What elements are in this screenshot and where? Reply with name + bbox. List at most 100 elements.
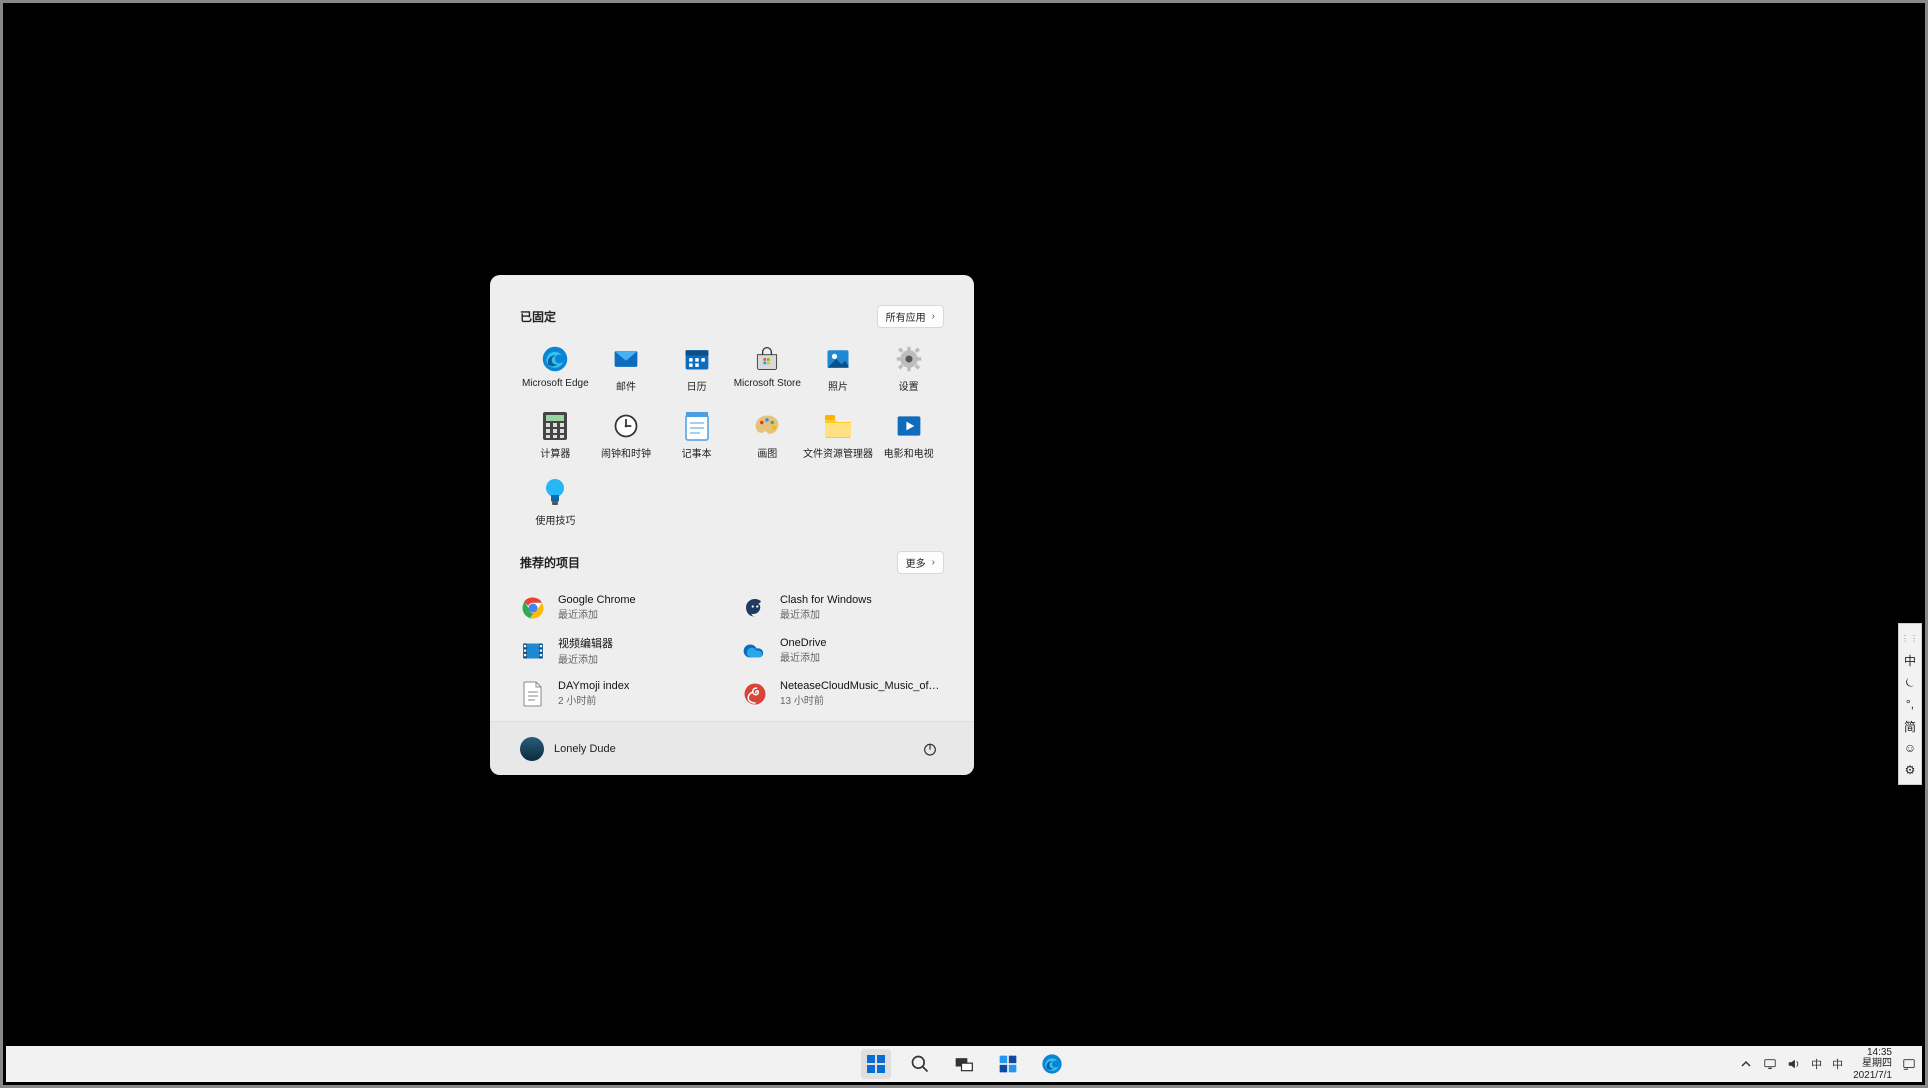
app-tile-clock[interactable]: 闹钟和时钟 bbox=[591, 409, 662, 462]
all-apps-button[interactable]: 所有应用 › bbox=[877, 305, 944, 328]
taskbar-center bbox=[861, 1049, 1067, 1079]
app-tile-photos[interactable]: 照片 bbox=[803, 342, 874, 395]
tray-time: 14:35 bbox=[1853, 1047, 1892, 1059]
start-menu: 已固定 所有应用 › Microsoft Edge 邮件 日历 bbox=[490, 275, 974, 775]
reco-sub: 2 小时前 bbox=[558, 692, 629, 707]
settings-gear-icon bbox=[894, 344, 924, 374]
search-button[interactable] bbox=[905, 1049, 935, 1079]
power-button[interactable] bbox=[916, 735, 944, 763]
tray-weekday: 星期四 bbox=[1853, 1058, 1892, 1070]
movies-icon bbox=[894, 411, 924, 441]
reco-title: Clash for Windows bbox=[780, 594, 872, 606]
ime-emoji-button[interactable]: ☺ bbox=[1900, 738, 1920, 758]
more-button[interactable]: 更多 › bbox=[897, 551, 944, 574]
chevron-right-icon: › bbox=[932, 557, 935, 568]
tray-overflow-button[interactable] bbox=[1739, 1057, 1753, 1071]
start-button[interactable] bbox=[861, 1049, 891, 1079]
reco-item-video-editor[interactable]: 视频编辑器 最近添加 bbox=[520, 635, 722, 666]
ime-floating-bar[interactable]: ⋮⋮ 中 ⏾ °, 简 ☺ ⚙ bbox=[1898, 623, 1922, 785]
reco-sub: 最近添加 bbox=[558, 606, 636, 621]
ime-shape-button[interactable]: ⏾ bbox=[1900, 672, 1920, 692]
avatar-icon bbox=[520, 737, 544, 761]
app-label: 闹钟和时钟 bbox=[601, 445, 651, 460]
reco-item-daymoji[interactable]: DAYmoji index 2 小时前 bbox=[520, 680, 722, 707]
netease-music-icon bbox=[742, 681, 768, 707]
reco-item-chrome[interactable]: Google Chrome 最近添加 bbox=[520, 594, 722, 621]
app-tile-store[interactable]: Microsoft Store bbox=[732, 342, 803, 395]
calendar-icon bbox=[682, 344, 712, 374]
app-tile-mail[interactable]: 邮件 bbox=[591, 342, 662, 395]
onedrive-icon bbox=[742, 638, 768, 664]
pinned-apps-grid: Microsoft Edge 邮件 日历 Microsoft Store 照片 bbox=[520, 342, 944, 529]
taskbar-app-edge[interactable] bbox=[1037, 1049, 1067, 1079]
store-icon bbox=[752, 344, 782, 374]
reco-title: 视频编辑器 bbox=[558, 635, 613, 651]
reco-sub: 最近添加 bbox=[780, 649, 826, 664]
clock-button[interactable]: 14:35 星期四 2021/7/1 bbox=[1853, 1047, 1892, 1082]
ime-punct-button[interactable]: °, bbox=[1900, 694, 1920, 714]
reco-item-clash[interactable]: Clash for Windows 最近添加 bbox=[742, 594, 944, 621]
app-tile-notepad[interactable]: 记事本 bbox=[661, 409, 732, 462]
user-account-button[interactable]: Lonely Dude bbox=[520, 737, 616, 761]
app-tile-calendar[interactable]: 日历 bbox=[661, 342, 732, 395]
search-icon bbox=[910, 1054, 930, 1074]
widgets-button[interactable] bbox=[993, 1049, 1023, 1079]
app-tile-edge[interactable]: Microsoft Edge bbox=[520, 342, 591, 395]
network-icon[interactable] bbox=[1763, 1057, 1777, 1071]
app-label: Microsoft Store bbox=[734, 378, 801, 389]
widgets-icon bbox=[998, 1054, 1018, 1074]
reco-item-netease[interactable]: NeteaseCloudMusic_Music_official_... 13 … bbox=[742, 680, 944, 707]
windows-logo-icon bbox=[866, 1054, 886, 1074]
app-tile-settings[interactable]: 设置 bbox=[873, 342, 944, 395]
volume-icon[interactable] bbox=[1787, 1057, 1801, 1071]
reco-sub: 最近添加 bbox=[558, 651, 613, 666]
app-tile-tips[interactable]: 使用技巧 bbox=[520, 476, 591, 529]
all-apps-label: 所有应用 bbox=[886, 309, 926, 324]
reco-title: NeteaseCloudMusic_Music_official_... bbox=[780, 680, 940, 692]
app-tile-movies[interactable]: 电影和电视 bbox=[873, 409, 944, 462]
user-name: Lonely Dude bbox=[554, 743, 616, 755]
clock-icon bbox=[611, 411, 641, 441]
reco-sub: 最近添加 bbox=[780, 606, 872, 621]
text-file-icon bbox=[520, 681, 546, 707]
more-label: 更多 bbox=[906, 555, 926, 570]
pinned-title: 已固定 bbox=[520, 308, 556, 325]
start-footer: Lonely Dude bbox=[490, 721, 974, 775]
reco-item-onedrive[interactable]: OneDrive 最近添加 bbox=[742, 635, 944, 666]
app-tile-calculator[interactable]: 计算器 bbox=[520, 409, 591, 462]
taskbar: 中 中 14:35 星期四 2021/7/1 bbox=[6, 1046, 1922, 1082]
system-tray: 中 中 14:35 星期四 2021/7/1 bbox=[1739, 1047, 1916, 1082]
ime-indicator-2[interactable]: 中 bbox=[1832, 1057, 1843, 1071]
app-label: 画图 bbox=[757, 445, 777, 460]
recommended-title: 推荐的项目 bbox=[520, 554, 580, 571]
recommended-section-header: 推荐的项目 更多 › bbox=[520, 551, 944, 574]
chevron-right-icon: › bbox=[932, 311, 935, 322]
ime-indicator-1[interactable]: 中 bbox=[1811, 1057, 1822, 1071]
ime-grip-icon[interactable]: ⋮⋮ bbox=[1900, 628, 1920, 648]
app-label: 计算器 bbox=[540, 445, 570, 460]
notepad-icon bbox=[682, 411, 712, 441]
app-tile-paint[interactable]: 画图 bbox=[732, 409, 803, 462]
mail-icon bbox=[611, 344, 641, 374]
ime-mode-button[interactable]: 中 bbox=[1900, 650, 1920, 670]
reco-title: OneDrive bbox=[780, 637, 826, 649]
pinned-section-header: 已固定 所有应用 › bbox=[520, 305, 944, 328]
tray-date: 2021/7/1 bbox=[1853, 1070, 1892, 1082]
recommended-list: Google Chrome 最近添加 Clash for Windows 最近添… bbox=[520, 594, 944, 707]
app-label: 日历 bbox=[687, 378, 707, 393]
app-label: 设置 bbox=[899, 378, 919, 393]
app-label: 照片 bbox=[828, 378, 848, 393]
app-label: 邮件 bbox=[616, 378, 636, 393]
ime-charset-button[interactable]: 简 bbox=[1900, 716, 1920, 736]
chrome-icon bbox=[520, 595, 546, 621]
tips-icon bbox=[540, 478, 570, 508]
task-view-button[interactable] bbox=[949, 1049, 979, 1079]
edge-icon bbox=[540, 344, 570, 374]
app-label: 记事本 bbox=[682, 445, 712, 460]
notifications-button[interactable] bbox=[1902, 1057, 1916, 1071]
video-editor-icon bbox=[520, 638, 546, 664]
ime-settings-button[interactable]: ⚙ bbox=[1900, 760, 1920, 780]
paint-icon bbox=[752, 411, 782, 441]
app-label: 电影和电视 bbox=[884, 445, 934, 460]
app-tile-explorer[interactable]: 文件资源管理器 bbox=[803, 409, 874, 462]
